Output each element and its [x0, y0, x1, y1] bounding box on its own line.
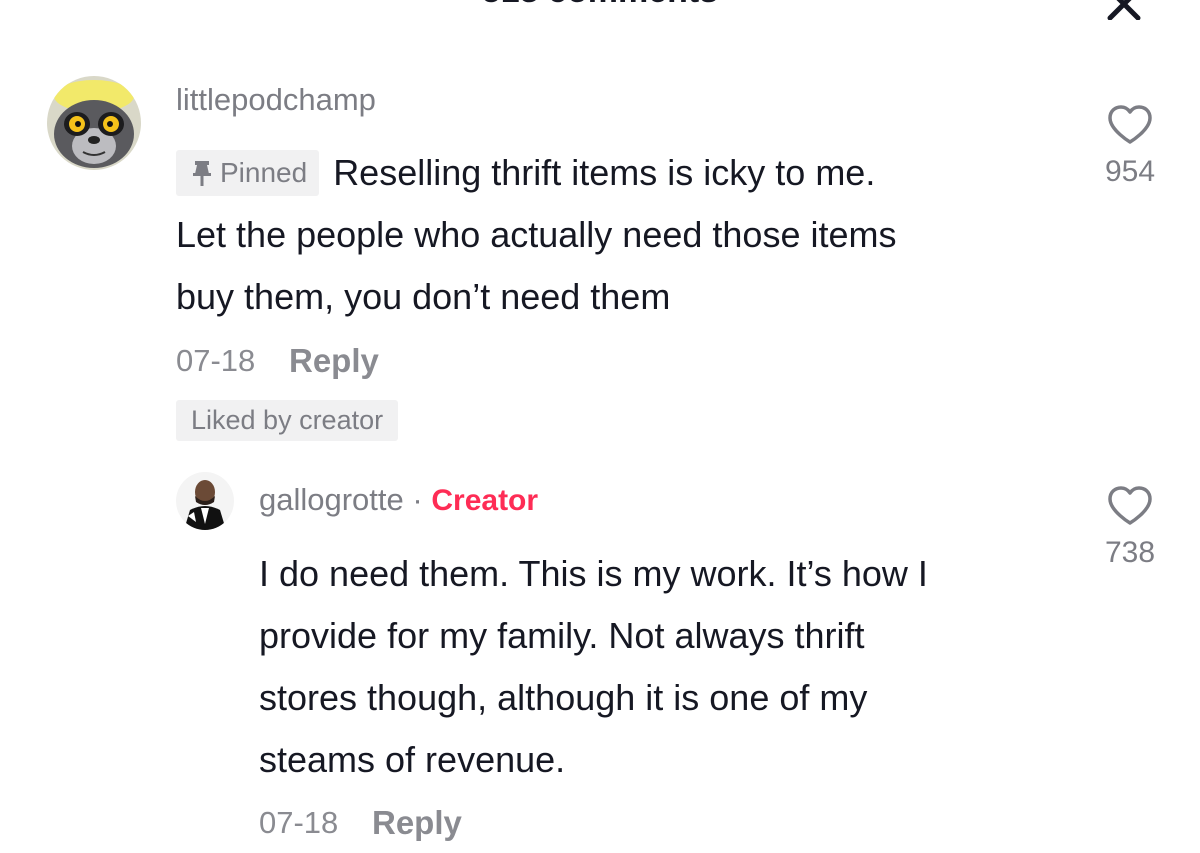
comment-date: 07-18: [176, 343, 256, 378]
reply-button[interactable]: Reply: [372, 804, 462, 842]
comment-date: 07-18: [259, 805, 339, 840]
pinned-label: Pinned: [220, 157, 308, 188]
liked-by-creator-badge: Liked by creator: [176, 400, 399, 441]
reply-button[interactable]: Reply: [289, 342, 379, 380]
avatar[interactable]: [176, 472, 234, 530]
pinned-badge: Pinned: [176, 150, 320, 196]
like-button[interactable]: [1106, 485, 1154, 532]
comment-text-line: Reselling thrift items is icky to me.: [333, 152, 876, 193]
separator-dot: ·: [412, 482, 423, 517]
close-icon: [1107, 0, 1141, 20]
comment-text-line: I do need them. This is my work. It’s ho…: [259, 553, 928, 594]
heart-icon: [1108, 105, 1152, 144]
comment-text-line: Let the people who actually need those i…: [176, 214, 897, 255]
comment-text-line: buy them, you don’t need them: [176, 276, 671, 317]
comment-username[interactable]: littlepodchamp: [176, 82, 376, 118]
close-button[interactable]: [1104, 0, 1144, 20]
avatar[interactable]: [47, 76, 141, 170]
like-count: 954: [1104, 155, 1156, 188]
comment-text: Pinned Reselling thrift items is icky to …: [176, 142, 875, 204]
comment-text-line: provide for my family. Not always thrift: [259, 615, 865, 656]
creator-badge: Creator: [431, 484, 539, 517]
comments-count-title: 518 comments: [0, 0, 1200, 11]
comment-username[interactable]: gallogrotte: [259, 482, 404, 517]
cartoon-lemur-avatar: [47, 76, 141, 170]
pin-icon: [190, 154, 214, 200]
like-count: 738: [1104, 536, 1156, 569]
like-button[interactable]: [1106, 104, 1154, 151]
comment-text-line: steams of revenue.: [259, 739, 566, 780]
heart-icon: [1108, 486, 1152, 525]
comment-text-line: stores though, although it is one of my: [259, 677, 868, 718]
reply-username-row: gallogrotte · Creator: [259, 482, 538, 518]
man-in-suit-avatar: [176, 472, 234, 530]
